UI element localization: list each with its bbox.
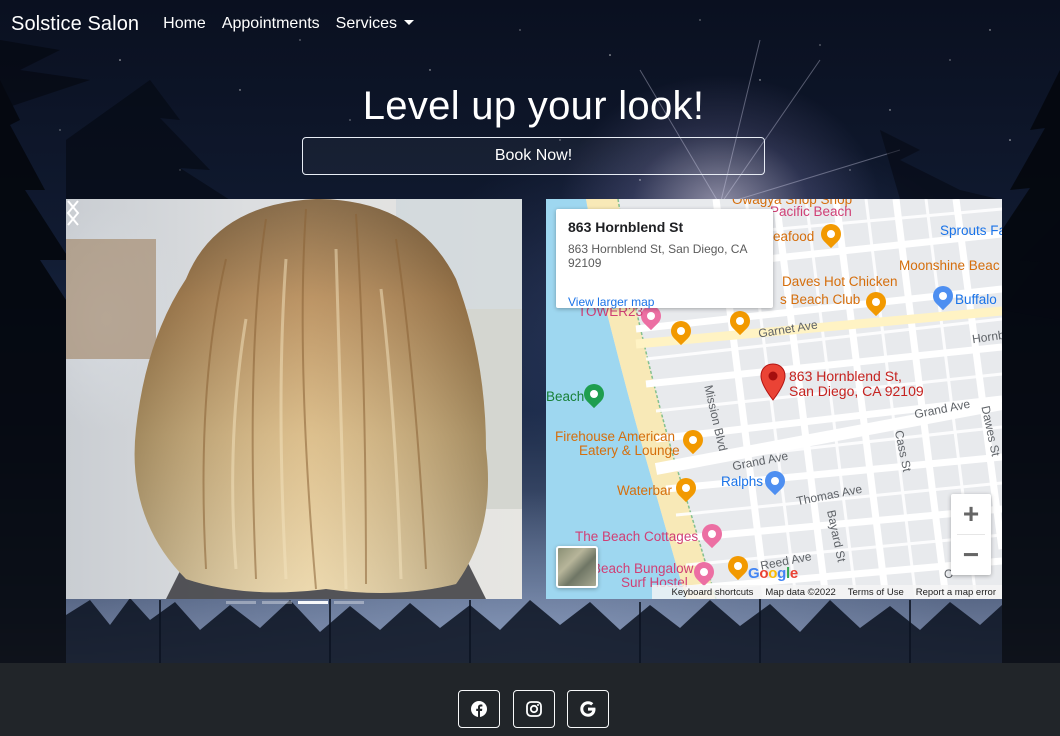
map-place-label: Eatery & Lounge <box>579 443 680 458</box>
nav-dropdown-services[interactable]: Services <box>336 15 414 33</box>
instagram-icon <box>526 701 542 717</box>
map-place-label: Pacific Beach <box>770 204 852 219</box>
view-larger-map-link[interactable]: View larger map <box>568 295 654 309</box>
nav-link-home[interactable]: Home <box>163 15 206 33</box>
carousel-indicators <box>226 601 364 604</box>
map-place-label: Beach Bungalow <box>592 561 694 576</box>
location-marker-icon[interactable] <box>760 363 786 401</box>
map-place-label: Firehouse American <box>555 429 676 444</box>
book-now-button[interactable]: Book Now! <box>302 137 765 175</box>
map-place-label: Moonshine Beac <box>899 258 1000 273</box>
hair-photo <box>66 199 522 599</box>
map-place-label: Sprouts Fa <box>940 223 1002 238</box>
map-place-label: The Beach Cottages <box>575 529 699 544</box>
footer <box>0 663 1060 736</box>
info-address: 863 Hornblend St, San Diego, CA 92109 <box>568 242 747 270</box>
map-attribution: Keyboard shortcuts Map data ©2022 Terms … <box>652 585 1002 599</box>
report-error-link[interactable]: Report a map error <box>916 587 996 598</box>
map-place-label: Daves Hot Chicken <box>782 274 898 289</box>
carousel-indicator[interactable] <box>334 601 364 604</box>
map-place-label: eafood <box>773 229 815 244</box>
carousel-indicator[interactable] <box>226 601 256 604</box>
facebook-button[interactable] <box>458 690 500 728</box>
satellite-toggle[interactable] <box>556 546 598 588</box>
google-icon <box>580 701 596 717</box>
map-place-label: s Beach Club <box>780 292 861 307</box>
map-place-label: Ralphs <box>721 474 764 489</box>
zoom-out-button[interactable]: − <box>951 535 991 575</box>
instagram-button[interactable] <box>513 690 555 728</box>
google-logo: Google <box>748 565 798 582</box>
nav-link-appointments[interactable]: Appointments <box>222 15 320 33</box>
terms-link[interactable]: Terms of Use <box>848 587 904 598</box>
zoom-controls: + − <box>951 494 991 575</box>
navbar: Solstice Salon Home Appointments Service… <box>0 0 1060 48</box>
page-headline: Level up your look! <box>362 84 705 128</box>
marker-label-line1: 863 Hornblend St, <box>789 368 902 384</box>
keyboard-shortcuts-link[interactable]: Keyboard shortcuts <box>672 587 754 598</box>
map-info-window: 863 Hornblend St 863 Hornblend St, San D… <box>556 209 773 309</box>
facebook-icon <box>471 701 487 717</box>
map-data-text: Map data ©2022 <box>765 586 836 598</box>
info-title: 863 Hornblend St <box>568 219 684 235</box>
map-place-label: Buffalo <box>955 292 997 307</box>
google-button[interactable] <box>567 690 609 728</box>
map-place-label: Beach <box>546 389 585 404</box>
carousel-next-icon[interactable] <box>66 199 80 227</box>
carousel-indicator[interactable] <box>262 601 292 604</box>
brand-logo[interactable]: Solstice Salon <box>11 13 139 36</box>
map-place-label: Waterbar <box>617 483 673 498</box>
zoom-in-button[interactable]: + <box>951 494 991 534</box>
google-map[interactable]: Owagya Shop Shop Pacific Beach eafood Sp… <box>546 199 1002 599</box>
carousel-indicator-active[interactable] <box>298 601 328 604</box>
image-carousel <box>66 199 522 599</box>
marker-label-line2: San Diego, CA 92109 <box>789 383 924 399</box>
